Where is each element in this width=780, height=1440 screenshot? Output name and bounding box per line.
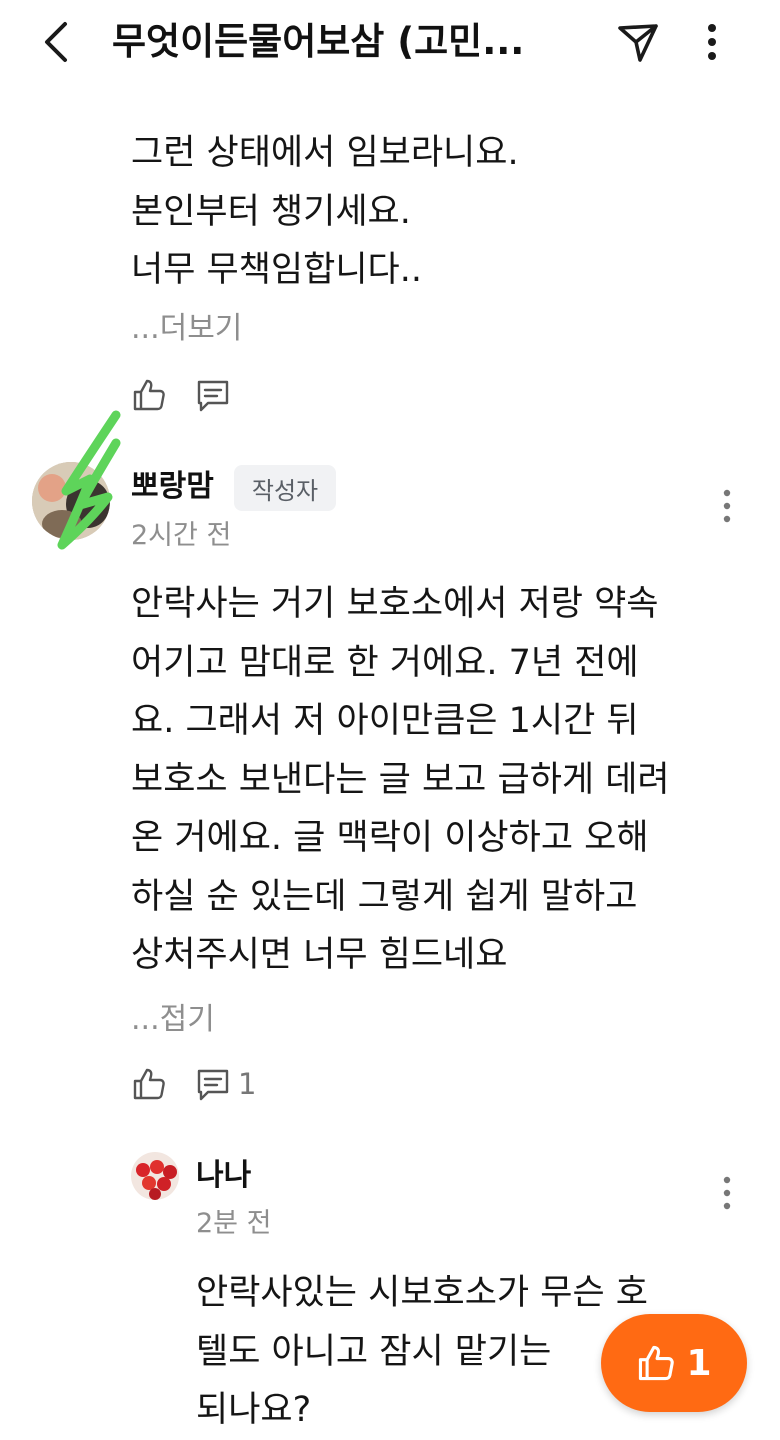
thumbs-up-icon: [639, 1345, 675, 1381]
share-button[interactable]: [610, 14, 666, 70]
floating-like-count: 1: [686, 1342, 712, 1384]
reply-line: 되나요?: [196, 1390, 312, 1430]
reply-line: 텔도 아니고 잠시 맡기는: [196, 1331, 552, 1372]
more-vertical-icon: [723, 489, 731, 523]
see-more-link[interactable]: ...더보기: [131, 309, 242, 349]
floating-like-button[interactable]: 1: [601, 1314, 747, 1412]
reply-button[interactable]: [192, 1063, 234, 1105]
reply-timestamp: 2분 전: [196, 1208, 272, 1239]
page-title: 무엇이든물어보삼 (고민...: [112, 20, 525, 63]
prev-like-button[interactable]: [128, 374, 170, 416]
more-vertical-icon: [708, 24, 716, 60]
reply-line: 안락사있는 시보호소가 무슨 호: [196, 1273, 648, 1313]
back-button[interactable]: [30, 14, 82, 70]
comment-line: 어기고 맘대로 한 거에요. 7년 전에: [131, 642, 639, 683]
like-button[interactable]: [128, 1063, 170, 1105]
reply-count: 1: [238, 1067, 257, 1101]
thumbs-up-icon: [133, 379, 165, 411]
collapse-link[interactable]: ...접기: [131, 1000, 215, 1040]
green-scribble-annotation: [57, 410, 121, 550]
more-vertical-icon: [723, 1176, 731, 1210]
comment-line: 보호소 보낸다는 글 보고 급하게 데려: [131, 759, 670, 800]
reply-username[interactable]: 나나: [196, 1156, 251, 1196]
reply-avatar[interactable]: [131, 1152, 179, 1200]
comment-timestamp: 2시간 전: [131, 520, 232, 551]
more-options-button[interactable]: [690, 14, 734, 70]
send-icon: [618, 24, 658, 62]
thumbs-up-icon: [133, 1068, 165, 1100]
comment-body: 안락사는 거기 보호소에서 저랑 약속 어기고 맘대로 한 거에요. 7년 전에…: [131, 575, 670, 985]
comment-line: 온 거에요. 글 맥락이 이상하고 오해: [131, 818, 649, 858]
prev-comment-line: 너무 무책임합니다..: [131, 250, 422, 290]
comment-icon: [197, 380, 229, 412]
comment-username[interactable]: 뽀랑맘: [131, 467, 214, 507]
prev-comment-line: 그런 상태에서 임보라니요.: [131, 133, 519, 173]
top-app-bar: 무엇이든물어보삼 (고민...: [0, 0, 780, 88]
prev-reply-button[interactable]: [192, 374, 234, 416]
author-badge: 작성자: [234, 465, 336, 511]
comment-line: 상처주시면 너무 힘드네요: [131, 935, 508, 975]
prev-comment-text: 그런 상태에서 임보라니요. 본인부터 챙기세요. 너무 무책임합니다..: [131, 124, 519, 300]
comment-line: 안락사는 거기 보호소에서 저랑 약속: [131, 584, 659, 624]
avatar-photo: [131, 1152, 179, 1200]
comment-line: 요. 그래서 저 아이만큼은 1시간 뒤: [131, 701, 639, 741]
comment-options-button[interactable]: [712, 481, 742, 531]
chevron-left-icon: [45, 22, 67, 62]
reply-options-button[interactable]: [712, 1168, 742, 1218]
prev-comment-line: 본인부터 챙기세요.: [131, 191, 411, 232]
comment-icon: [197, 1069, 229, 1101]
comment-line: 하실 순 있는데 그렇게 쉽게 말하고: [131, 876, 638, 917]
reply-body: 안락사있는 시보호소가 무슨 호 텔도 아니고 잠시 맡기는 되나요?: [196, 1264, 648, 1440]
